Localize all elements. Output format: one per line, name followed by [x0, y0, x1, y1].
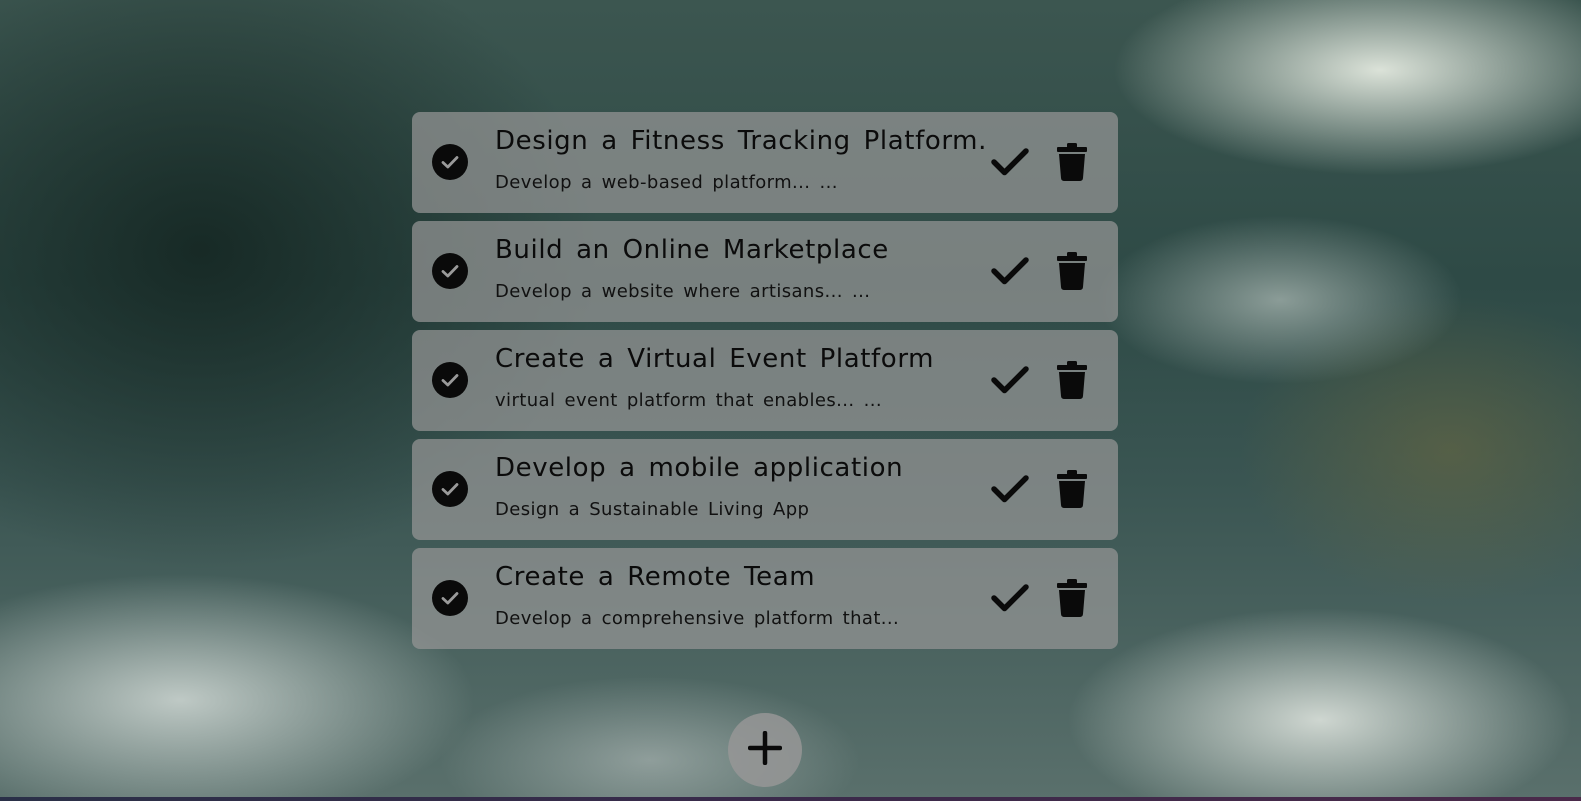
check-icon[interactable] — [990, 360, 1030, 400]
check-circle-icon[interactable] — [432, 471, 468, 507]
check-icon[interactable] — [990, 578, 1030, 618]
task-description: virtual event platform that enables... .… — [495, 390, 882, 411]
check-icon[interactable] — [990, 469, 1030, 509]
check-circle-icon[interactable] — [432, 253, 468, 289]
trash-icon[interactable] — [1054, 358, 1090, 402]
check-icon[interactable] — [990, 142, 1030, 182]
task-description: Develop a web-based platform... ... — [495, 172, 838, 193]
task-title: Create a Remote Team — [495, 562, 816, 592]
check-circle-icon[interactable] — [432, 144, 468, 180]
task-card: Design a Fitness Tracking Platform. Deve… — [412, 112, 1118, 213]
trash-icon[interactable] — [1054, 140, 1090, 184]
task-list: Design a Fitness Tracking Platform. Deve… — [412, 112, 1118, 657]
task-description: Develop a website where artisans... ... — [495, 281, 871, 302]
app-background: Design a Fitness Tracking Platform. Deve… — [0, 0, 1581, 801]
check-icon[interactable] — [990, 251, 1030, 291]
task-title: Build an Online Marketplace — [495, 235, 889, 265]
task-description: Design a Sustainable Living App — [495, 499, 810, 520]
task-card: Create a Remote Team Develop a comprehen… — [412, 548, 1118, 649]
bottom-bar — [0, 797, 1581, 801]
trash-icon[interactable] — [1054, 249, 1090, 293]
trash-icon[interactable] — [1054, 576, 1090, 620]
task-description: Develop a comprehensive platform that... — [495, 608, 900, 629]
add-task-button[interactable] — [728, 713, 802, 787]
task-card: Build an Online Marketplace Develop a we… — [412, 221, 1118, 322]
check-circle-icon[interactable] — [432, 362, 468, 398]
task-card: Develop a mobile application Design a Su… — [412, 439, 1118, 540]
trash-icon[interactable] — [1054, 467, 1090, 511]
task-title: Develop a mobile application — [495, 453, 904, 483]
task-title: Create a Virtual Event Platform — [495, 344, 935, 374]
check-circle-icon[interactable] — [432, 580, 468, 616]
plus-icon — [747, 730, 783, 769]
task-card: Create a Virtual Event Platform virtual … — [412, 330, 1118, 431]
task-title: Design a Fitness Tracking Platform. — [495, 126, 987, 156]
